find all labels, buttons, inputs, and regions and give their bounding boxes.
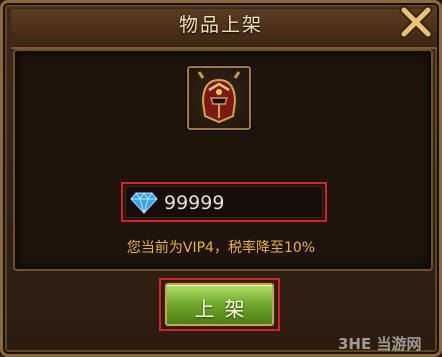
- diamond-icon: [130, 192, 158, 214]
- price-value: 99999: [164, 192, 225, 214]
- item-slot[interactable]: [187, 66, 251, 130]
- watermark: 3HE 当游网: [338, 335, 422, 353]
- list-item-button-label: 上架: [194, 297, 255, 321]
- close-button[interactable]: [398, 4, 434, 40]
- dialog-title: 物品上架: [178, 14, 263, 36]
- close-x-icon: [399, 5, 433, 39]
- price-input[interactable]: 99999: [121, 182, 327, 222]
- helmet-icon: [197, 71, 241, 124]
- list-item-button[interactable]: 上架: [165, 283, 274, 326]
- vip-tax-notice: 您当前为VIP4，税率降至10%: [126, 240, 316, 256]
